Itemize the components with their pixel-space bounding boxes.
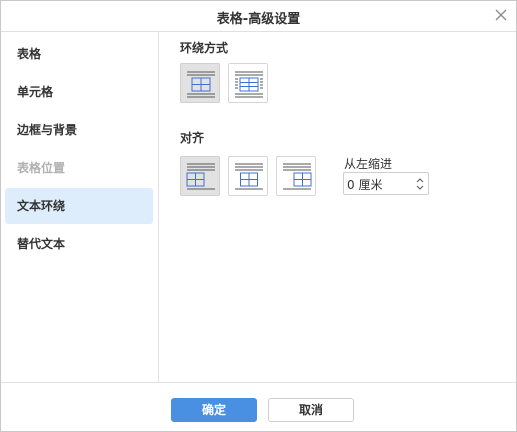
ok-button[interactable]: 确定 [171, 398, 257, 422]
align-center-button[interactable] [228, 156, 268, 196]
wrap-inline-button[interactable] [180, 63, 220, 103]
wrap-inline-icon [187, 71, 215, 98]
close-icon[interactable] [492, 6, 510, 24]
indent-from-left-stepper[interactable] [343, 172, 429, 195]
sidebar-item-table-position: 表格位置 [17, 161, 66, 175]
dialog-titlebar: 表格-高级设置 [1, 1, 516, 32]
alignment-label: 对齐 [180, 131, 205, 145]
wrap-flow-icon [235, 71, 263, 98]
sidebar: 表格 单元格 边框与背景 表格位置 文本环绕 替代文本 [1, 32, 159, 382]
dialog-footer: 确定 取消 [1, 382, 516, 431]
advanced-settings-dialog: 表格-高级设置 表格 单元格 边框与背景 表格位置 文本环绕 替代文本 环绕方式 [0, 0, 517, 432]
stepper-arrows[interactable] [415, 175, 425, 193]
align-left-icon [186, 163, 215, 190]
sidebar-item-table[interactable]: 表格 [5, 36, 153, 72]
align-center-icon [235, 163, 263, 190]
sidebar-item-alt-text[interactable]: 替代文本 [5, 226, 153, 262]
align-right-icon [283, 163, 312, 190]
chevron-down-icon [416, 185, 424, 190]
cancel-button[interactable]: 取消 [268, 398, 354, 422]
sidebar-item-borders-background[interactable]: 边框与背景 [5, 112, 153, 148]
align-right-button[interactable] [276, 156, 316, 196]
chevron-up-icon [416, 178, 424, 183]
wrap-style-label: 环绕方式 [180, 41, 229, 55]
indent-from-left-label: 从左缩进 [344, 157, 393, 171]
dialog-title: 表格-高级设置 [216, 12, 301, 27]
sidebar-item-cell[interactable]: 单元格 [5, 74, 153, 110]
align-left-button[interactable] [180, 156, 220, 196]
sidebar-item-text-wrapping[interactable]: 文本环绕 [5, 188, 153, 224]
indent-from-left-input[interactable] [347, 175, 411, 193]
wrap-flow-button[interactable] [228, 63, 268, 103]
